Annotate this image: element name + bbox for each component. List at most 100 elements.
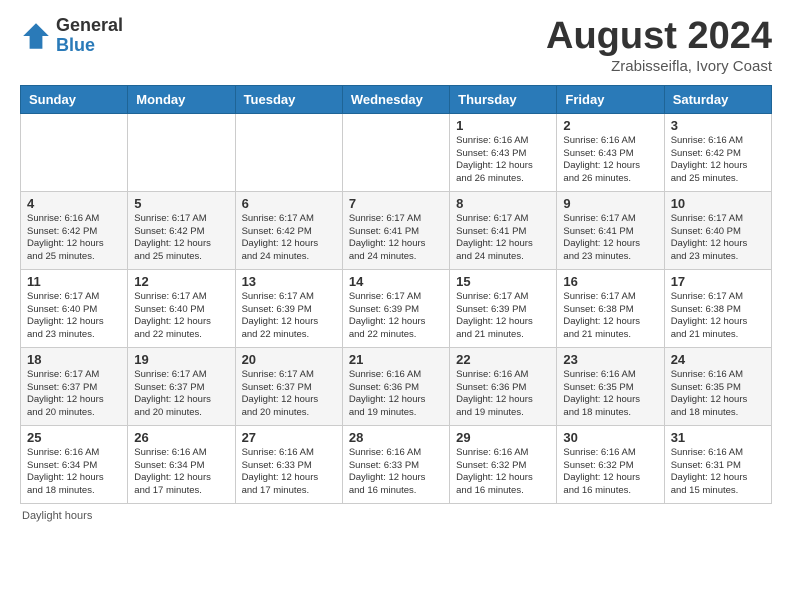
location-subtitle: Zrabisseifla, Ivory Coast: [546, 58, 772, 75]
day-info: Sunrise: 6:17 AM Sunset: 6:38 PM Dayligh…: [563, 291, 657, 342]
calendar-cell: 22Sunrise: 6:16 AM Sunset: 6:36 PM Dayli…: [450, 347, 557, 425]
day-number: 18: [27, 352, 121, 367]
day-number: 5: [134, 196, 228, 211]
calendar-cell: 13 Sunrise: 6:17 AM Sunset: 6:39 PM Dayli…: [235, 269, 342, 347]
day-number: 4: [27, 196, 121, 211]
day-info: Sunrise: 6:17 AM Sunset: 6:41 PM Dayligh…: [349, 213, 443, 264]
calendar-header-saturday: Saturday: [664, 85, 771, 113]
day-info: Sunrise: 6:17 AM Sunset: 6:39 PM Dayligh…: [456, 291, 550, 342]
day-number: 31: [671, 430, 765, 445]
calendar-header-friday: Friday: [557, 85, 664, 113]
calendar-cell: 11Sunrise: 6:17 AM Sunset: 6:40 PM Dayli…: [21, 269, 128, 347]
calendar-header-tuesday: Tuesday: [235, 85, 342, 113]
calendar-week-5: 25 Sunrise: 6:16 AM Sunset: 6:34 PM Dayli…: [21, 425, 772, 503]
day-number: 8: [456, 196, 550, 211]
day-info: Sunrise: 6:16 AM Sunset: 6:33 PM Dayligh…: [349, 447, 443, 498]
day-number: 15: [456, 274, 550, 289]
calendar-cell: 23 Sunrise: 6:16 AM Sunset: 6:35 PM Dayli…: [557, 347, 664, 425]
page-container: General Blue August 2024 Zrabisseifla, I…: [0, 0, 792, 532]
day-number: 17: [671, 274, 765, 289]
day-number: 2: [563, 118, 657, 133]
footer-text: Daylight hours: [20, 510, 772, 522]
calendar-header-thursday: Thursday: [450, 85, 557, 113]
day-number: 16: [563, 274, 657, 289]
day-info: Sunrise: 6:16 AM Sunset: 6:35 PM Dayligh…: [563, 369, 657, 420]
calendar-week-3: 11Sunrise: 6:17 AM Sunset: 6:40 PM Dayli…: [21, 269, 772, 347]
day-info: Sunrise: 6:17 AM Sunset: 6:41 PM Dayligh…: [563, 213, 657, 264]
day-info: Sunrise: 6:17 AM Sunset: 6:41 PM Dayligh…: [456, 213, 550, 264]
day-number: 13: [242, 274, 336, 289]
calendar-cell: 3 Sunrise: 6:16 AM Sunset: 6:42 PM Daylig…: [664, 113, 771, 191]
day-number: 24: [671, 352, 765, 367]
calendar-week-4: 18 Sunrise: 6:17 AM Sunset: 6:37 PM Dayli…: [21, 347, 772, 425]
calendar-week-1: 1 Sunrise: 6:16 AM Sunset: 6:43 PM Daylig…: [21, 113, 772, 191]
day-number: 27: [242, 430, 336, 445]
day-info: Sunrise: 6:17 AM Sunset: 6:40 PM Dayligh…: [671, 213, 765, 264]
calendar-table: SundayMondayTuesdayWednesdayThursdayFrid…: [20, 85, 772, 504]
day-info: Sunrise: 6:17 AM Sunset: 6:37 PM Dayligh…: [134, 369, 228, 420]
day-info: Sunrise: 6:16 AM Sunset: 6:42 PM Dayligh…: [671, 135, 765, 186]
day-number: 10: [671, 196, 765, 211]
day-number: 30: [563, 430, 657, 445]
calendar-cell: 31 Sunrise: 6:16 AM Sunset: 6:31 PM Dayli…: [664, 425, 771, 503]
calendar-cell: 10 Sunrise: 6:17 AM Sunset: 6:40 PM Dayli…: [664, 191, 771, 269]
logo-general: General: [56, 16, 123, 36]
day-info: Sunrise: 6:16 AM Sunset: 6:32 PM Dayligh…: [456, 447, 550, 498]
day-number: 25: [27, 430, 121, 445]
calendar-cell: 15 Sunrise: 6:17 AM Sunset: 6:39 PM Dayli…: [450, 269, 557, 347]
calendar-cell: 6 Sunrise: 6:17 AM Sunset: 6:42 PM Daylig…: [235, 191, 342, 269]
calendar-cell: 4 Sunrise: 6:16 AM Sunset: 6:42 PM Daylig…: [21, 191, 128, 269]
header: General Blue August 2024 Zrabisseifla, I…: [20, 16, 772, 75]
day-number: 21: [349, 352, 443, 367]
calendar-cell: 24 Sunrise: 6:16 AM Sunset: 6:35 PM Dayli…: [664, 347, 771, 425]
day-info: Sunrise: 6:17 AM Sunset: 6:38 PM Dayligh…: [671, 291, 765, 342]
day-info: Sunrise: 6:17 AM Sunset: 6:39 PM Dayligh…: [242, 291, 336, 342]
calendar-week-2: 4 Sunrise: 6:16 AM Sunset: 6:42 PM Daylig…: [21, 191, 772, 269]
calendar-cell: 16 Sunrise: 6:17 AM Sunset: 6:38 PM Dayli…: [557, 269, 664, 347]
calendar-cell: 5Sunrise: 6:17 AM Sunset: 6:42 PM Daylig…: [128, 191, 235, 269]
day-info: Sunrise: 6:17 AM Sunset: 6:37 PM Dayligh…: [27, 369, 121, 420]
logo: General Blue: [20, 16, 123, 56]
day-info: Sunrise: 6:16 AM Sunset: 6:42 PM Dayligh…: [27, 213, 121, 264]
calendar-cell: [342, 113, 449, 191]
day-info: Sunrise: 6:17 AM Sunset: 6:42 PM Dayligh…: [242, 213, 336, 264]
day-number: 28: [349, 430, 443, 445]
calendar-cell: 1 Sunrise: 6:16 AM Sunset: 6:43 PM Daylig…: [450, 113, 557, 191]
calendar-cell: 21Sunrise: 6:16 AM Sunset: 6:36 PM Dayli…: [342, 347, 449, 425]
day-number: 14: [349, 274, 443, 289]
day-number: 1: [456, 118, 550, 133]
day-number: 6: [242, 196, 336, 211]
calendar-cell: 7 Sunrise: 6:17 AM Sunset: 6:41 PM Daylig…: [342, 191, 449, 269]
title-block: August 2024 Zrabisseifla, Ivory Coast: [546, 16, 772, 75]
calendar-cell: 20 Sunrise: 6:17 AM Sunset: 6:37 PM Dayli…: [235, 347, 342, 425]
calendar-cell: 12Sunrise: 6:17 AM Sunset: 6:40 PM Dayli…: [128, 269, 235, 347]
day-number: 3: [671, 118, 765, 133]
calendar-cell: 8 Sunrise: 6:17 AM Sunset: 6:41 PM Daylig…: [450, 191, 557, 269]
calendar-cell: 25 Sunrise: 6:16 AM Sunset: 6:34 PM Dayli…: [21, 425, 128, 503]
day-number: 20: [242, 352, 336, 367]
day-number: 22: [456, 352, 550, 367]
day-info: Sunrise: 6:16 AM Sunset: 6:35 PM Dayligh…: [671, 369, 765, 420]
calendar-cell: 9 Sunrise: 6:17 AM Sunset: 6:41 PM Daylig…: [557, 191, 664, 269]
day-number: 23: [563, 352, 657, 367]
logo-blue: Blue: [56, 36, 123, 56]
calendar-cell: [128, 113, 235, 191]
calendar-header-wednesday: Wednesday: [342, 85, 449, 113]
day-number: 11: [27, 274, 121, 289]
calendar-cell: 29Sunrise: 6:16 AM Sunset: 6:32 PM Dayli…: [450, 425, 557, 503]
day-info: Sunrise: 6:16 AM Sunset: 6:43 PM Dayligh…: [456, 135, 550, 186]
calendar-cell: 28 Sunrise: 6:16 AM Sunset: 6:33 PM Dayli…: [342, 425, 449, 503]
calendar-cell: 18 Sunrise: 6:17 AM Sunset: 6:37 PM Dayli…: [21, 347, 128, 425]
day-number: 9: [563, 196, 657, 211]
calendar-header-row: SundayMondayTuesdayWednesdayThursdayFrid…: [21, 85, 772, 113]
day-number: 7: [349, 196, 443, 211]
day-info: Sunrise: 6:16 AM Sunset: 6:34 PM Dayligh…: [27, 447, 121, 498]
calendar-header-monday: Monday: [128, 85, 235, 113]
day-info: Sunrise: 6:16 AM Sunset: 6:43 PM Dayligh…: [563, 135, 657, 186]
day-info: Sunrise: 6:16 AM Sunset: 6:31 PM Dayligh…: [671, 447, 765, 498]
calendar-cell: [21, 113, 128, 191]
day-info: Sunrise: 6:16 AM Sunset: 6:33 PM Dayligh…: [242, 447, 336, 498]
calendar-cell: 17 Sunrise: 6:17 AM Sunset: 6:38 PM Dayli…: [664, 269, 771, 347]
day-info: Sunrise: 6:17 AM Sunset: 6:37 PM Dayligh…: [242, 369, 336, 420]
calendar-cell: 30Sunrise: 6:16 AM Sunset: 6:32 PM Dayli…: [557, 425, 664, 503]
